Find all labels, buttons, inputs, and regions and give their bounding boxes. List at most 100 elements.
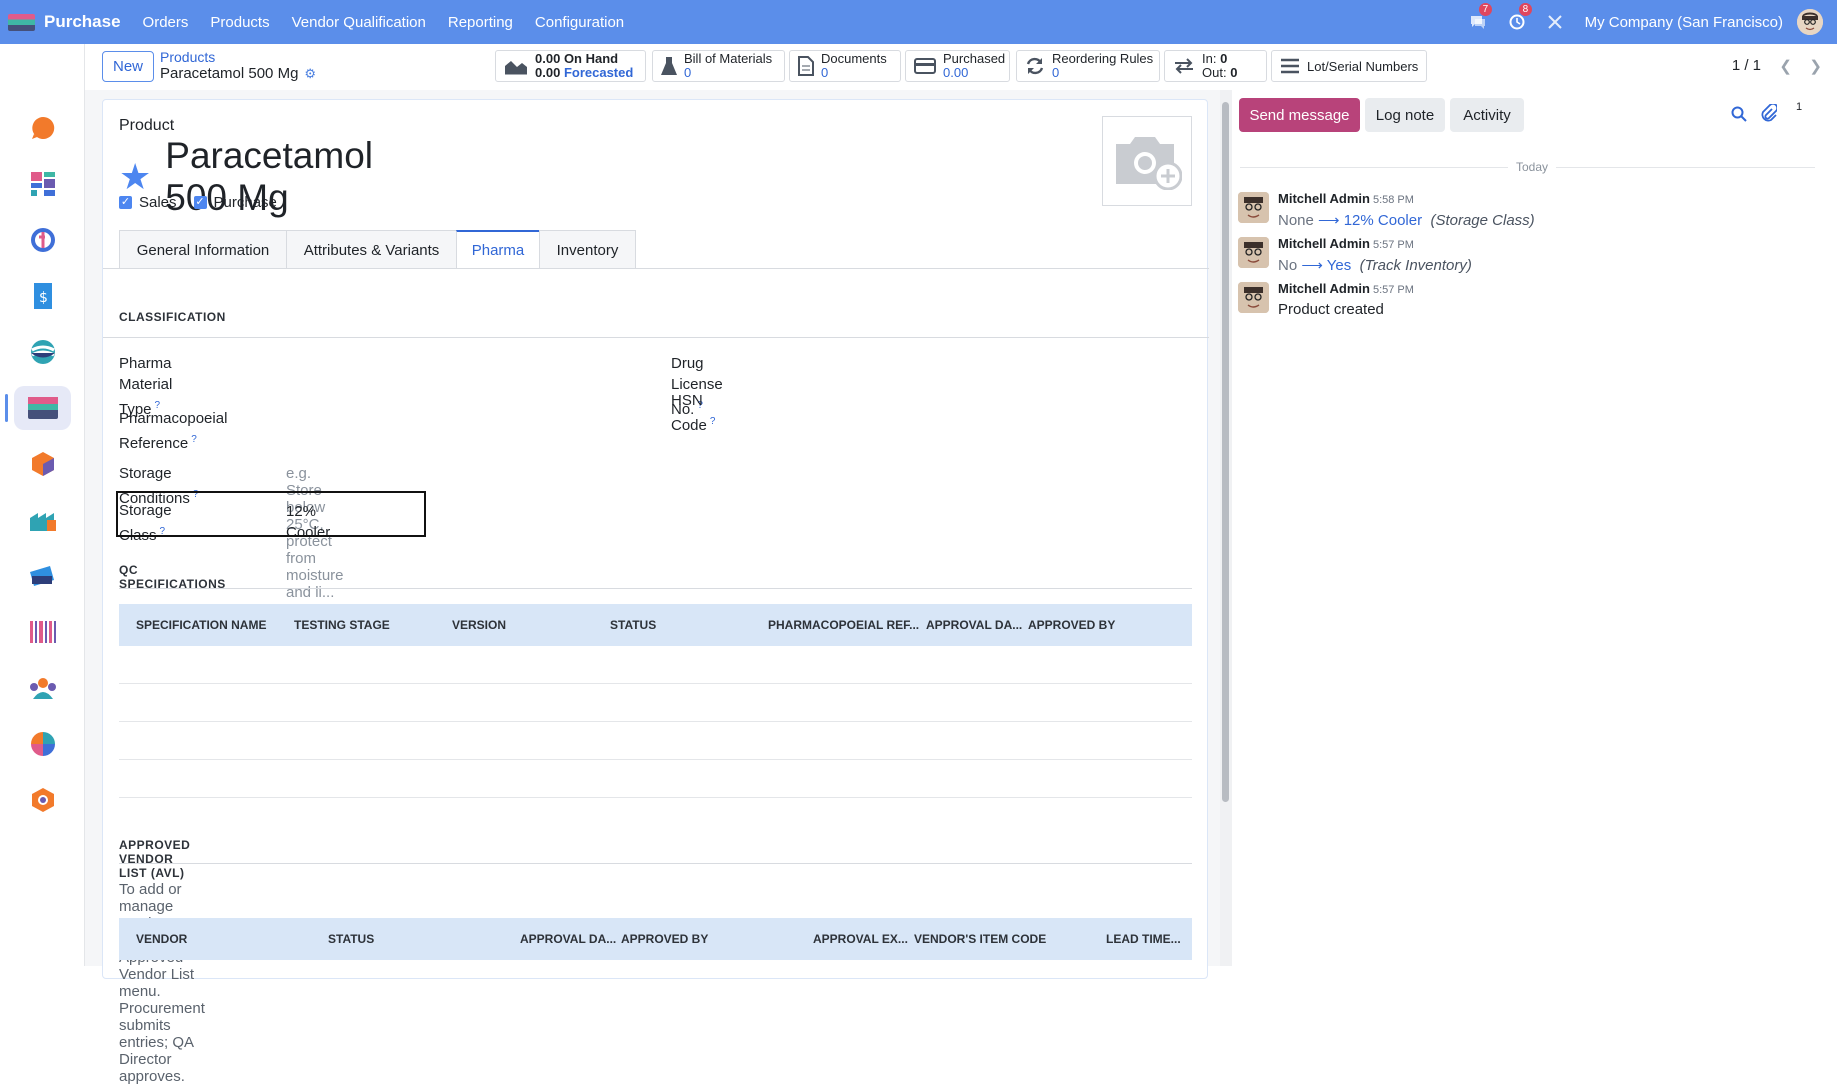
col-status[interactable]: STATUS (610, 618, 656, 632)
pager-prev-icon[interactable]: ❮ (1779, 57, 1792, 75)
onhand-button[interactable]: 0.00 On Hand 0.00 Forecasted (495, 50, 646, 82)
lot-serial-button[interactable]: Lot/Serial Numbers (1271, 50, 1427, 82)
app-invoicing[interactable]: $ (14, 274, 71, 318)
app-inventory[interactable] (14, 442, 71, 486)
favorite-star-icon[interactable]: ★ (119, 156, 151, 198)
app-discuss[interactable] (14, 106, 71, 150)
message-author[interactable]: Mitchell Admin (1278, 191, 1370, 206)
col-vendor[interactable]: VENDOR (136, 932, 187, 946)
app-name: Purchase (44, 12, 121, 31)
gear-icon[interactable]: ⚙ (304, 66, 316, 82)
debug-tools[interactable] (1547, 14, 1563, 30)
search-icon[interactable] (1731, 106, 1747, 122)
breadcrumb: Products Paracetamol 500 Mg ⚙ (160, 49, 316, 82)
in-out-button[interactable]: In: 0 Out: 0 (1164, 50, 1267, 82)
app-manufacturing[interactable] (14, 498, 71, 542)
purchased-value: 0.00 (943, 65, 969, 80)
help-icon[interactable]: ? (710, 416, 716, 427)
svg-text:$: $ (39, 290, 48, 306)
author-avatar[interactable] (1238, 237, 1269, 268)
breadcrumb-products[interactable]: Products (160, 49, 316, 65)
activity-button[interactable]: Activity (1450, 98, 1524, 132)
app-barcode[interactable] (14, 610, 71, 654)
log-note-button[interactable]: Log note (1365, 98, 1445, 132)
author-avatar[interactable] (1238, 282, 1269, 313)
app-sales[interactable] (14, 554, 71, 598)
col-approval-date[interactable]: APPROVAL DA... (926, 618, 1022, 632)
menu-configuration[interactable]: Configuration (535, 14, 624, 31)
clock-icon (1509, 14, 1525, 30)
purchase-checkbox[interactable]: ✓ (193, 196, 207, 209)
purchase-label: Purchase (213, 194, 277, 211)
reordering-rules-button[interactable]: Reordering Rules 0 (1016, 50, 1160, 82)
documents-button[interactable]: Documents 0 (789, 50, 901, 82)
col-lead-time[interactable]: LEAD TIME... (1106, 932, 1181, 946)
product-image[interactable] (1102, 116, 1192, 206)
menu-reporting[interactable]: Reporting (448, 14, 513, 31)
message-author[interactable]: Mitchell Admin (1278, 236, 1370, 251)
new-button[interactable]: New (102, 51, 154, 82)
qc-table-header: SPECIFICATION NAME TESTING STAGE VERSION… (119, 604, 1192, 646)
col-vendor-item-code[interactable]: VENDOR'S ITEM CODE (914, 932, 1046, 946)
chat-badge: 7 (1478, 3, 1493, 16)
col-pharmacopoeial-ref[interactable]: PHARMACOPOEIAL REF... (768, 618, 919, 632)
form-scrollbar[interactable] (1220, 90, 1232, 966)
col-version[interactable]: VERSION (452, 618, 506, 632)
tab-pharma[interactable]: Pharma (456, 230, 540, 269)
message-time: 5:57 PM (1372, 284, 1414, 296)
new-value: Yes (1326, 257, 1352, 274)
app-dashboards[interactable] (14, 162, 71, 206)
app-brand[interactable]: Purchase (8, 12, 121, 32)
document-icon (798, 56, 814, 76)
sales-checkbox[interactable]: ✓ (119, 196, 132, 209)
col-avl-status[interactable]: STATUS (328, 932, 374, 946)
form-sheet: Product ★ Paracetamol 500 Mg ✓ Sales ✓ P… (102, 99, 1209, 1085)
app-website[interactable] (14, 330, 71, 374)
in-value: 0 (1220, 51, 1228, 66)
breadcrumb-current: Paracetamol 500 Mg (160, 65, 299, 82)
tab-general-information[interactable]: General Information (119, 230, 287, 269)
avl-table-header: VENDOR STATUS APPROVAL DA... APPROVED BY… (119, 918, 1192, 960)
tab-inventory[interactable]: Inventory (539, 230, 636, 269)
manufacturing-app-icon (29, 513, 56, 531)
col-avl-approved-by[interactable]: APPROVED BY (621, 932, 708, 946)
bom-value: 0 (684, 65, 692, 80)
app-employees[interactable] (14, 666, 71, 710)
author-avatar[interactable] (1238, 192, 1269, 223)
pharmacopoeial-reference-label: Pharmacopoeial Reference? (119, 410, 228, 452)
in-label: In: (1202, 51, 1217, 66)
col-approval-expiry[interactable]: APPROVAL EX... (813, 932, 908, 946)
app-settings[interactable] (14, 778, 71, 822)
app-purchase[interactable] (5, 386, 71, 430)
purchased-button[interactable]: Purchased 0.00 (905, 50, 1010, 82)
forecast-value: 0.00 (535, 65, 561, 80)
bom-button[interactable]: Bill of Materials 0 (652, 50, 785, 82)
paperclip-icon[interactable] (1761, 104, 1777, 122)
list-icon (1280, 58, 1300, 74)
col-specification-name[interactable]: SPECIFICATION NAME (136, 618, 266, 632)
pager-next-icon[interactable]: ❯ (1809, 57, 1822, 75)
help-icon[interactable]: ? (191, 434, 197, 445)
menu-products[interactable]: Products (210, 14, 269, 31)
pager-value[interactable]: 1 / 1 (1732, 57, 1761, 74)
app-accounting[interactable] (14, 218, 71, 262)
tab-attributes-variants[interactable]: Attributes & Variants (286, 230, 457, 269)
followers-count[interactable]: 1 (1796, 101, 1802, 113)
message-author[interactable]: Mitchell Admin (1278, 281, 1370, 296)
menu-orders[interactable]: Orders (143, 14, 189, 31)
user-avatar[interactable] (1797, 9, 1823, 35)
col-approved-by[interactable]: APPROVED BY (1028, 618, 1115, 632)
app-reporting[interactable] (14, 722, 71, 766)
tracked-field: (Track Inventory) (1359, 257, 1472, 274)
menu-vendor-qualification[interactable]: Vendor Qualification (292, 14, 426, 31)
messages-systray[interactable]: 7 (1469, 3, 1493, 30)
col-testing-stage[interactable]: TESTING STAGE (294, 618, 390, 632)
send-message-button[interactable]: Send message (1239, 98, 1360, 132)
col-avl-approval-date[interactable]: APPROVAL DA... (520, 932, 616, 946)
company-switcher[interactable]: My Company (San Francisco) (1585, 14, 1783, 31)
inventory-app-icon (31, 452, 54, 476)
product-field-label: Product (119, 117, 175, 134)
purchase-app-icon (8, 13, 35, 31)
activity-systray[interactable]: 8 (1509, 3, 1533, 30)
forecast-label[interactable]: Forecasted (564, 65, 633, 80)
